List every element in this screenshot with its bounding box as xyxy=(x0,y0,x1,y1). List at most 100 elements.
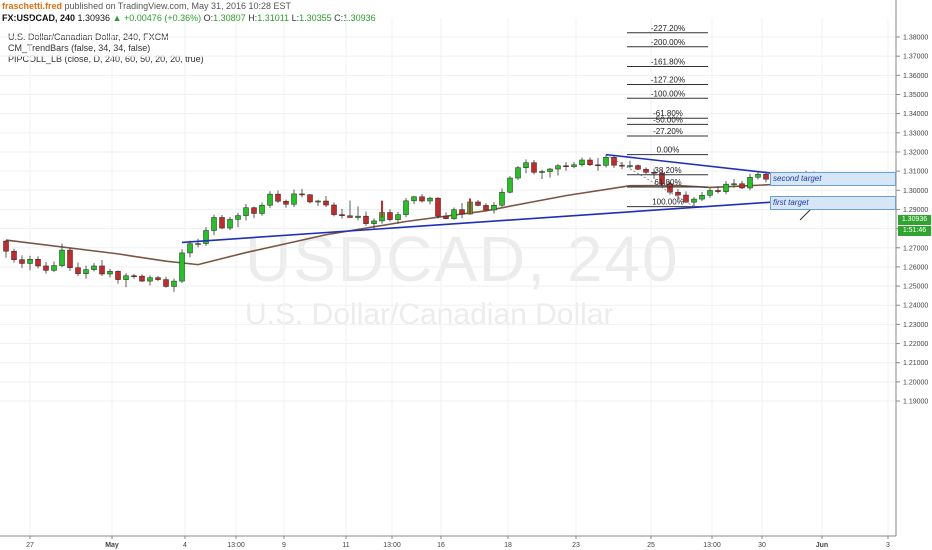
y-tick-label: 1.34000 xyxy=(903,111,928,118)
y-tick-label: 1.20000 xyxy=(903,379,928,386)
candle xyxy=(19,255,25,268)
first-target-box[interactable]: first target xyxy=(770,196,896,210)
candle xyxy=(83,265,89,279)
candle xyxy=(251,206,257,219)
candle-body xyxy=(739,183,745,189)
candle-body xyxy=(547,168,553,172)
x-tick-label: 4 xyxy=(183,542,187,549)
candle-body xyxy=(243,207,249,216)
candle-body xyxy=(43,265,49,271)
candle-body xyxy=(699,195,705,200)
candle xyxy=(491,202,497,214)
candle-body xyxy=(187,243,193,254)
candle xyxy=(499,188,505,207)
candle xyxy=(3,240,9,258)
candle-body xyxy=(155,277,161,280)
candle xyxy=(123,273,129,288)
y-tick-label: 1.27000 xyxy=(903,245,928,252)
fib-label: -27.20% xyxy=(653,127,683,136)
candle xyxy=(547,167,553,178)
candle xyxy=(67,247,73,271)
candle xyxy=(51,261,57,273)
candle-body xyxy=(763,173,769,180)
candle-body xyxy=(539,171,545,173)
y-tick-label: 1.25000 xyxy=(903,284,928,291)
candle-body xyxy=(195,243,201,245)
candle-body xyxy=(755,173,761,178)
second-target-box[interactable]: second target xyxy=(770,172,896,186)
candle-body xyxy=(747,177,753,189)
candle xyxy=(531,160,537,175)
candle xyxy=(139,274,145,282)
candle-body xyxy=(531,162,537,173)
fib-label: -50.00% xyxy=(653,115,683,124)
candle xyxy=(723,181,729,195)
candle-body xyxy=(403,200,409,215)
moving-average-line xyxy=(5,181,815,266)
candle xyxy=(643,167,649,174)
candle-body xyxy=(723,183,729,192)
candle xyxy=(435,197,441,219)
candle xyxy=(115,270,121,284)
candle-body xyxy=(27,259,33,264)
candle-body xyxy=(123,275,129,280)
candle-body xyxy=(443,215,449,219)
candle xyxy=(603,154,609,168)
candle-body xyxy=(707,190,713,196)
x-tick-label: 13:00 xyxy=(703,542,721,549)
candle-body xyxy=(219,217,225,229)
candle xyxy=(203,227,209,247)
candle xyxy=(43,261,49,274)
candle-body xyxy=(595,164,601,167)
candle-body xyxy=(67,249,73,268)
x-tick-label: 11 xyxy=(342,542,349,549)
candle-body xyxy=(139,275,145,282)
candle-body xyxy=(307,194,313,203)
candle xyxy=(355,206,361,221)
price-chart[interactable]: -227.20% -200.00% -161.80% -127.20% -100.00%… xyxy=(0,0,932,550)
y-tick-label: 1.24000 xyxy=(903,303,928,310)
candle xyxy=(683,191,689,203)
candle-body xyxy=(115,271,121,280)
candle xyxy=(403,198,409,218)
candle-body xyxy=(507,177,513,193)
candle-body xyxy=(675,191,681,196)
y-tick-label: 1.21000 xyxy=(903,360,928,367)
candle-body xyxy=(3,240,9,252)
candle-body xyxy=(459,209,465,215)
candle xyxy=(27,255,33,271)
candle xyxy=(275,190,281,203)
fib-label: 0.00% xyxy=(657,146,680,155)
candle-body xyxy=(435,197,441,217)
candle xyxy=(755,171,761,180)
candle xyxy=(691,197,697,207)
candle xyxy=(259,202,265,216)
x-tick-label: May xyxy=(105,542,119,549)
x-tick-label: 18 xyxy=(504,542,512,549)
second-target-label: second target xyxy=(773,174,822,183)
candle-body xyxy=(643,168,649,173)
candle-body xyxy=(91,265,97,270)
candle-body xyxy=(99,265,105,275)
candle-body xyxy=(163,279,169,287)
fibonacci-levels[interactable]: -227.20% -200.00% -161.80% -127.20% -100.00%… xyxy=(605,24,708,208)
candle-body xyxy=(227,219,233,229)
candle-body xyxy=(635,165,641,170)
candle xyxy=(211,214,217,236)
candle-body xyxy=(235,215,241,220)
candle-body xyxy=(563,165,569,168)
candle-body xyxy=(371,220,377,224)
candle xyxy=(555,164,561,176)
candle-body xyxy=(515,167,521,179)
candle-body xyxy=(475,201,481,206)
x-tick-label: Jun xyxy=(816,542,828,549)
candle-body xyxy=(83,269,89,274)
candle xyxy=(147,275,153,286)
candle-body xyxy=(603,157,609,166)
candle xyxy=(475,200,481,207)
y-tick-label: 1.23000 xyxy=(903,322,928,329)
candle-body xyxy=(355,215,361,218)
candle xyxy=(595,158,601,171)
y-tick-label: 1.19000 xyxy=(903,399,928,406)
x-tick-label: 16 xyxy=(437,542,445,549)
